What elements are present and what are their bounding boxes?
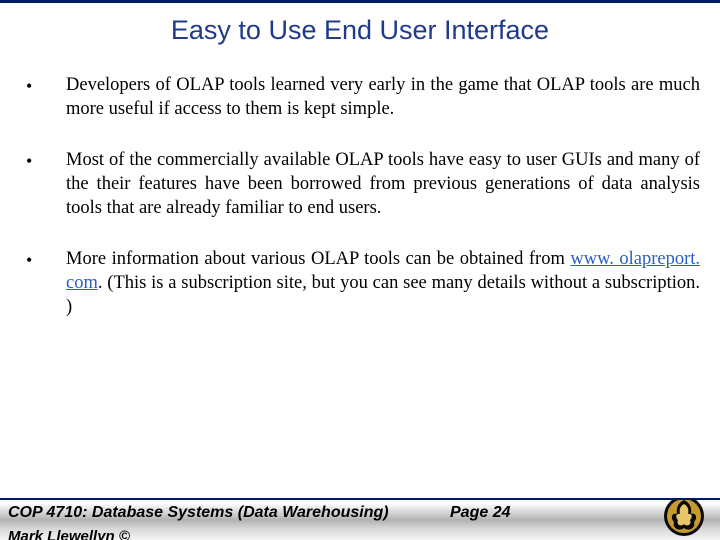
slide-footer: COP 4710: Database Systems (Data Warehou… [0, 498, 720, 540]
slide-title: Easy to Use End User Interface [0, 3, 720, 74]
footer-page: Page 24 [450, 504, 510, 522]
bullet-item: • More information about various OLAP to… [20, 248, 700, 319]
slide: Easy to Use End User Interface • Develop… [0, 0, 720, 540]
slide-body: • Developers of OLAP tools learned very … [0, 74, 720, 319]
bullet-text: More information about various OLAP tool… [66, 248, 700, 319]
bullet-marker: • [20, 149, 66, 220]
bullet-text: Developers of OLAP tools learned very ea… [66, 74, 700, 121]
bullet-text: Most of the commercially available OLAP … [66, 149, 700, 220]
footer-course: COP 4710: Database Systems (Data Warehou… [0, 500, 389, 522]
bullet-text-pre: More information about various OLAP tool… [66, 249, 570, 269]
bullet-marker: • [20, 248, 66, 319]
bullet-text-post: . (This is a subscription site, but you … [66, 273, 700, 317]
bullet-marker: • [20, 74, 66, 121]
footer-author: Mark Llewellyn © [8, 528, 130, 540]
bullet-item: • Most of the commercially available OLA… [20, 149, 700, 220]
ucf-logo-icon [662, 498, 706, 538]
bullet-item: • Developers of OLAP tools learned very … [20, 74, 700, 121]
